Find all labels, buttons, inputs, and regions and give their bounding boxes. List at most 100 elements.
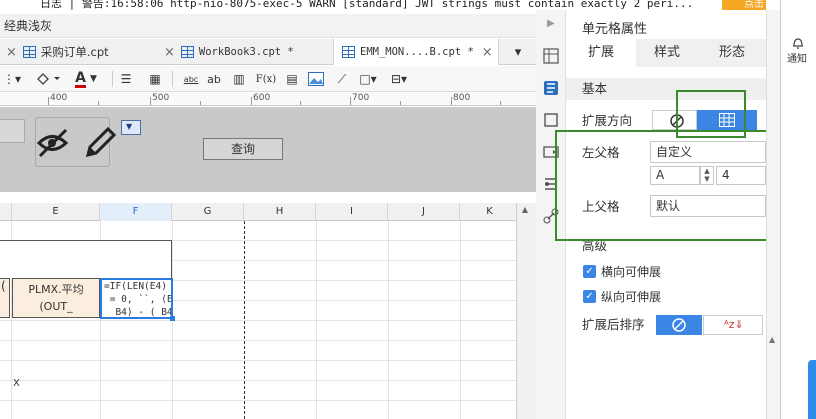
vertical-scrollbar[interactable]: [516, 203, 536, 419]
template-icon: [342, 46, 355, 58]
spreadsheet-grid[interactable]: ( PLMX.平均(OUT_ =IF(LEN(E4) = 0, ``, (E4 …: [0, 221, 516, 419]
ruler-mark: 700: [352, 93, 370, 103]
h-stretch-label[interactable]: 横向可伸展: [601, 263, 661, 280]
image-icon[interactable]: [307, 70, 325, 88]
pencil-icon: [85, 126, 117, 158]
column-header-row: E F G H I J K: [0, 203, 520, 221]
side-panel-tab[interactable]: [808, 360, 816, 419]
fx-label: F(x): [255, 73, 277, 85]
log-bar: 日志 | 警告:16:58:06 http-nio-8075-exec-5 WA…: [0, 0, 766, 10]
panel-title: 单元格属性: [582, 22, 648, 37]
theme-label[interactable]: 经典浅灰: [4, 17, 52, 34]
column-header[interactable]: G: [172, 203, 244, 221]
property-tabs: 扩展 样式 形态: [566, 39, 766, 67]
ruler-mark: 400: [50, 93, 68, 103]
formula-icon[interactable]: F(x): [255, 70, 277, 88]
column-header[interactable]: J: [388, 203, 460, 221]
scroll-up-icon[interactable]: ▲: [518, 205, 532, 217]
column-header[interactable]: E: [12, 203, 100, 221]
tab-expand[interactable]: 扩展: [566, 39, 636, 67]
no-symbol-icon: [672, 318, 686, 332]
expand-direction-label: 扩展方向: [582, 113, 633, 128]
panel-scrollbar[interactable]: ▲: [766, 10, 780, 419]
tab-style[interactable]: 样式: [636, 39, 698, 67]
column-header[interactable]: K: [460, 203, 520, 221]
ruler-mark: 800: [453, 93, 471, 103]
picture-icon: [308, 72, 324, 86]
tab-menu-icon[interactable]: ▾: [506, 39, 530, 65]
sort-az-icon: ᴬᴢ⇓: [724, 318, 744, 331]
column-header-selected[interactable]: F: [100, 203, 172, 221]
formula-line: = 0, ``, (E4: [104, 294, 173, 305]
cell-e4[interactable]: PLMX.平均(OUT_: [12, 278, 100, 318]
parameter-input[interactable]: [0, 119, 25, 143]
merged-cell-header[interactable]: [0, 240, 172, 278]
cell-x-mark: X: [13, 378, 20, 389]
close-icon[interactable]: ×: [6, 45, 17, 60]
template-tabbar: × 采购订单.cpt × WorkBook3.cpt * EMM_MON....…: [0, 39, 536, 65]
tab-emm-mon[interactable]: EMM_MON....B.cpt * ×: [333, 39, 499, 65]
close-icon[interactable]: ×: [482, 45, 493, 60]
checkbox-checked-icon[interactable]: ✓: [583, 265, 596, 278]
column-header[interactable]: I: [316, 203, 388, 221]
cell-attributes-icon[interactable]: [543, 80, 559, 96]
tab-label: 采购订单.cpt: [40, 45, 109, 59]
ruler-mark: 600: [253, 93, 271, 103]
highlight-box: [555, 130, 777, 241]
border-style-icon[interactable]: □▾: [356, 70, 380, 88]
template-icon: [22, 46, 36, 58]
sort-asc-button[interactable]: ᴬᴢ⇓: [703, 315, 763, 335]
scroll-up-icon[interactable]: ▲: [769, 335, 775, 344]
checkbox-checked-icon[interactable]: ✓: [583, 290, 596, 303]
sort-label: 扩展后排序: [582, 317, 645, 332]
ruler: 400 500 600 700 800: [0, 92, 536, 106]
abc-label: abc: [183, 74, 199, 84]
page-break-line: [244, 221, 245, 419]
parameter-pane: ▼ 查询: [0, 107, 536, 192]
tab-label: EMM_MON....B.cpt *: [360, 46, 474, 58]
top-right-button[interactable]: 点击: [722, 0, 766, 10]
ab-label: ab: [207, 72, 221, 86]
column-header[interactable]: H: [244, 203, 316, 221]
v-stretch-label[interactable]: 纵向可伸展: [601, 288, 661, 305]
font-color-button[interactable]: A ▼: [68, 70, 104, 88]
ruler-mark: 500: [152, 93, 170, 103]
eye-slash-icon: [36, 128, 69, 158]
tab-label: WorkBook3.cpt *: [198, 46, 294, 58]
tab-workbook3[interactable]: × WorkBook3.cpt *: [164, 39, 334, 65]
bell-icon[interactable]: [791, 36, 805, 50]
close-icon[interactable]: ×: [164, 45, 175, 60]
widget-icon[interactable]: [543, 112, 559, 128]
template-icon: [180, 46, 194, 58]
font-color-icon: A: [75, 69, 86, 88]
text-cell-icon[interactable]: abc: [180, 70, 202, 88]
tab-purchase-order[interactable]: × 采购订单.cpt: [6, 39, 166, 65]
slash-line-icon[interactable]: ⟋: [333, 70, 351, 88]
query-button[interactable]: 查询: [203, 138, 283, 160]
chevron-down-icon: ▼: [89, 74, 97, 84]
formula-line: B4) - ( B4: [104, 307, 173, 318]
cell-f4-selected[interactable]: =IF(LEN(E4) = 0, ``, (E4 B4) - ( B4: [100, 278, 173, 319]
formula-line: =IF(LEN(E4): [104, 281, 167, 292]
dropdown-toggle-icon[interactable]: ▼: [121, 120, 141, 135]
tab-form[interactable]: 形态: [698, 39, 766, 67]
notification-label[interactable]: 通知: [787, 50, 807, 65]
theme-row: 经典浅灰: [0, 14, 536, 38]
rich-text-icon[interactable]: ab: [204, 70, 224, 88]
cell-d4[interactable]: (: [0, 278, 10, 318]
sort-none-button[interactable]: [656, 315, 702, 335]
align-icon[interactable]: ☰: [118, 70, 134, 88]
cell-element-icon[interactable]: [543, 48, 559, 64]
sub-report-icon[interactable]: ▤: [282, 70, 302, 88]
fill-color-icon[interactable]: [32, 70, 62, 88]
paint-bucket-icon: [37, 73, 60, 85]
column-header-d[interactable]: [0, 203, 12, 221]
hidden-widget[interactable]: [35, 117, 117, 167]
grid-icon[interactable]: ▦: [146, 70, 164, 88]
chart-bar-icon[interactable]: ▥: [230, 70, 248, 88]
layout-dropdown-icon[interactable]: ⊟▾: [386, 70, 412, 88]
collapse-arrow-icon[interactable]: ▶: [547, 18, 555, 29]
format-toolbar: ⋮▾ A ▼ ☰ ▦ abc ab ▥ F(x) ▤ ⟋ □▾ ⊟▾: [0, 66, 536, 92]
border-dropdown-icon[interactable]: ⋮▾: [2, 70, 22, 88]
fill-handle[interactable]: [170, 316, 175, 321]
